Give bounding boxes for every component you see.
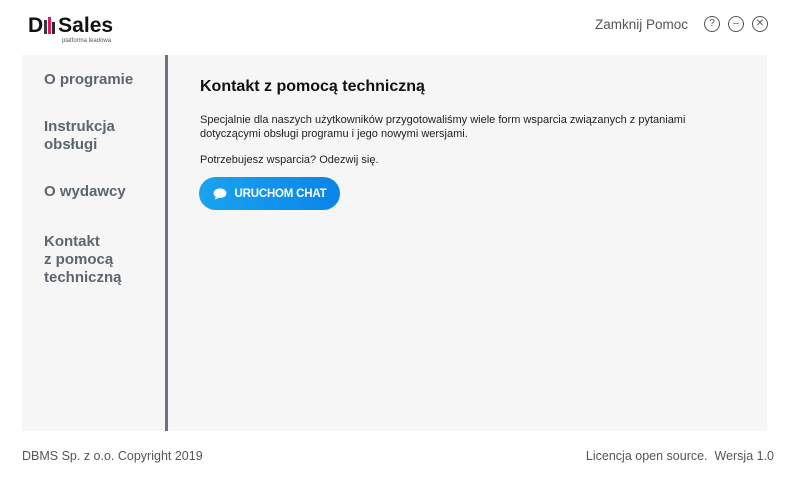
start-chat-button[interactable]: URUCHOM CHAT bbox=[199, 177, 340, 210]
window-controls: Zamknij Pomoc ? – ✕ bbox=[595, 13, 768, 35]
close-icon[interactable]: ✕ bbox=[752, 16, 768, 32]
license-info: Licencja open source. Wersja 1.0 bbox=[586, 449, 774, 463]
logo-wordmark: D Sales bbox=[28, 14, 113, 38]
logo-subtitle: platforma leadowa bbox=[62, 38, 112, 44]
help-icon[interactable]: ? bbox=[704, 16, 720, 32]
support-description: Specjalnie dla naszych użytkowników przy… bbox=[200, 114, 686, 140]
sidebar-item-tech-support[interactable]: Kontakt z pomocą techniczną bbox=[44, 233, 122, 287]
sidebar-item-about-program[interactable]: O programie bbox=[44, 71, 133, 89]
logo-prefix: D bbox=[28, 14, 44, 37]
help-panel: O programie Instrukcja obsługi O wydawcy… bbox=[22, 55, 767, 431]
start-chat-label: URUCHOM CHAT bbox=[234, 187, 327, 200]
help-sidebar: O programie Instrukcja obsługi O wydawcy… bbox=[22, 55, 165, 431]
close-help-link[interactable]: Zamknij Pomoc bbox=[595, 17, 688, 32]
app-logo: D Sales platforma leadowa bbox=[28, 14, 128, 46]
license-text: Licencja open source. bbox=[585, 449, 708, 463]
logo-bars-icon bbox=[44, 16, 56, 34]
page-title: Kontakt z pomocą techniczną bbox=[200, 78, 425, 95]
minimize-icon[interactable]: – bbox=[728, 16, 744, 32]
sidebar-item-user-manual[interactable]: Instrukcja obsługi bbox=[44, 118, 115, 154]
version-text: Wersja 1.0 bbox=[714, 449, 774, 463]
support-prompt: Potrzebujesz wsparcia? Odezwij się. bbox=[200, 154, 379, 166]
logo-name: Sales bbox=[58, 14, 114, 37]
sidebar-divider bbox=[165, 55, 168, 431]
sidebar-item-about-publisher[interactable]: O wydawcy bbox=[44, 183, 126, 201]
copyright-text: DBMS Sp. z o.o. Copyright 2019 bbox=[22, 449, 203, 463]
chat-bubble-icon bbox=[213, 187, 226, 200]
